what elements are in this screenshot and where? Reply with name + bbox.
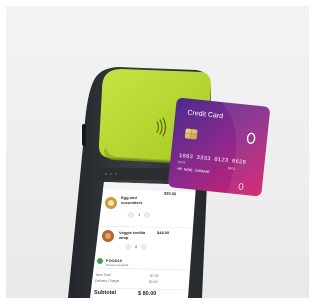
subtotal-label: Subtotal (94, 290, 116, 296)
summary-item-total-label: Item Total (96, 273, 111, 277)
background-panel: Credit Card 1083 3333 0123 0628 0123 09/… (6, 6, 309, 298)
item-2-name-line2: wrap (119, 235, 129, 240)
item-1-name-line2: cucumbers (121, 200, 143, 205)
side-button (82, 124, 86, 146)
subtotal-value: $ 80.00 (138, 291, 157, 297)
summary-item-total-value: $7.00 (150, 274, 159, 278)
promo-icon (97, 258, 103, 264)
card-holder-name: MR NAME SURNAME (177, 167, 210, 176)
promo-subtext: Discount applied (106, 263, 129, 267)
card-valid-thru: 09/21 (227, 166, 236, 171)
card-amount: $20.00 (163, 190, 177, 197)
summary-delivery-label: Delivery Charge (95, 279, 120, 283)
item-2-price: $48.00 (157, 230, 170, 235)
summary-delivery-value: $0.00 (149, 280, 158, 284)
card-small-code: 0123 (178, 159, 186, 165)
item-1-qty[interactable]: 1 (138, 213, 140, 217)
card-number: 1083 3333 0123 0628 (178, 151, 247, 166)
item-2-qty[interactable]: 2 (135, 245, 137, 249)
card-text-group: Credit Card 1083 3333 0123 0628 0123 09/… (168, 97, 271, 196)
card-title: Credit Card (187, 109, 224, 121)
